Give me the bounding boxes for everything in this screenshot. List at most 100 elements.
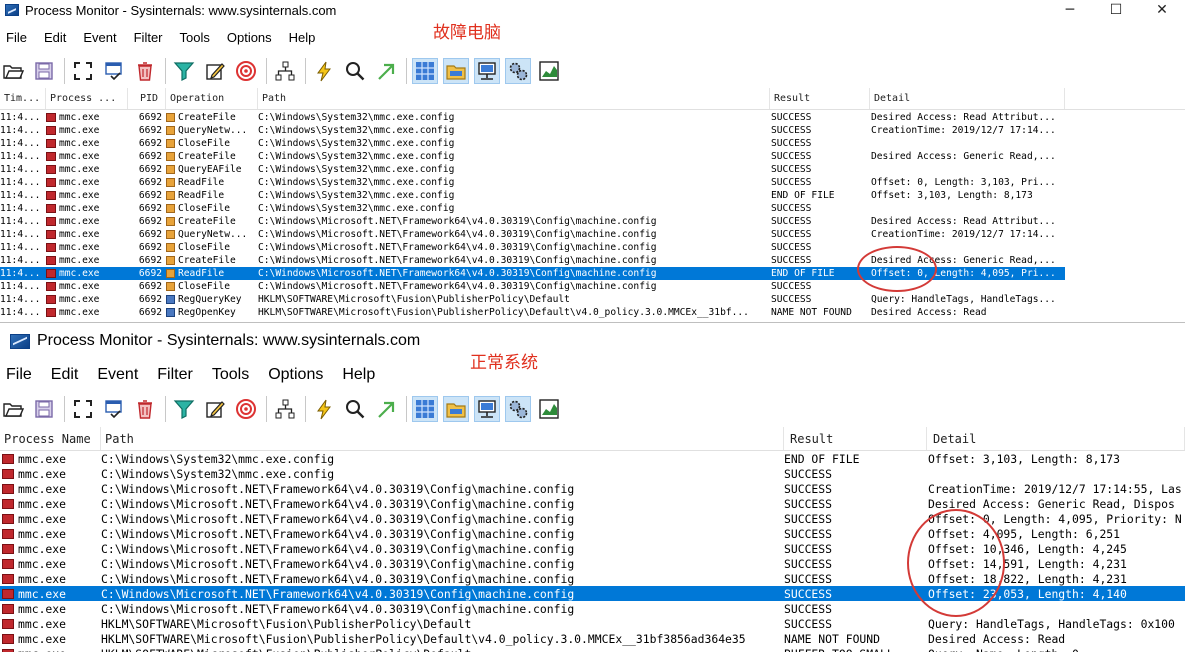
table-row[interactable]: 11:4... mmc.exe 6692 CreateFile C:\Windows\M…: [0, 254, 1185, 267]
filter-icon[interactable]: [171, 396, 197, 422]
highlight-icon[interactable]: [202, 396, 228, 422]
table-row[interactable]: 11:4... mmc.exe 6692 CreateFile C:\Windows\S…: [0, 111, 1185, 124]
events-icon[interactable]: [311, 58, 337, 84]
column-pid-header[interactable]: PID: [128, 88, 166, 109]
menu-options[interactable]: Options: [262, 366, 329, 384]
table-row[interactable]: mmc.exe C:\Windows\Microsoft.NET\Framewor…: [0, 571, 1185, 586]
cell-detail: Offset: 10,346, Length: 4,245: [928, 541, 1185, 556]
column-detail-header[interactable]: Detail: [870, 88, 1065, 109]
cell-operation-text: QueryNetw...: [178, 229, 248, 240]
menu-edit[interactable]: Edit: [38, 30, 72, 45]
find-icon[interactable]: [342, 58, 368, 84]
highlight-icon[interactable]: [202, 58, 228, 84]
table-row[interactable]: 11:4... mmc.exe 6692 QueryNetw... C:\Windows…: [0, 228, 1185, 241]
process-tree-icon[interactable]: [272, 58, 298, 84]
registry-icon[interactable]: [412, 58, 438, 84]
column-path-header[interactable]: Path: [101, 427, 784, 450]
table-row[interactable]: 11:4... mmc.exe 6692 CloseFile C:\Windows\Mi…: [0, 280, 1185, 293]
menu-filter[interactable]: Filter: [128, 30, 169, 45]
events-icon[interactable]: [311, 396, 337, 422]
registry-icon[interactable]: [412, 396, 438, 422]
table-row[interactable]: 11:4... mmc.exe 6692 ReadFile C:\Windows\Sys…: [0, 176, 1185, 189]
column-detail-header[interactable]: Detail: [927, 427, 1185, 450]
menu-event[interactable]: Event: [77, 30, 122, 45]
table-row[interactable]: 11:4... mmc.exe 6692 QueryNetw... C:\Windows…: [0, 124, 1185, 137]
filter-icon[interactable]: [171, 58, 197, 84]
process-thread-icon[interactable]: [505, 58, 531, 84]
table-row[interactable]: 11:4... mmc.exe 6692 ReadFile C:\Windows\Mic…: [0, 267, 1065, 280]
table-row[interactable]: mmc.exe C:\Windows\Microsoft.NET\Framewor…: [0, 541, 1185, 556]
table-row[interactable]: 11:4... mmc.exe 6692 QueryEAFile C:\Windows\…: [0, 163, 1185, 176]
table-row[interactable]: mmc.exe C:\Windows\Microsoft.NET\Framewor…: [0, 526, 1185, 541]
open-icon[interactable]: [0, 58, 26, 84]
table-row[interactable]: 11:4... mmc.exe 6692 CloseFile C:\Windows\Sy…: [0, 202, 1185, 215]
network-icon[interactable]: [474, 58, 500, 84]
jump-icon[interactable]: [373, 396, 399, 422]
table-row[interactable]: 11:4... mmc.exe 6692 CloseFile C:\Windows\Mi…: [0, 241, 1185, 254]
save-icon[interactable]: [31, 396, 57, 422]
table-row[interactable]: mmc.exe C:\Windows\Microsoft.NET\Framewor…: [0, 586, 1185, 601]
table-row[interactable]: 11:4... mmc.exe 6692 CreateFile C:\Windows\S…: [0, 150, 1185, 163]
title-bar[interactable]: Process Monitor - Sysinternals: www.sysi…: [0, 323, 1185, 359]
profiling-icon[interactable]: [536, 58, 562, 84]
table-row[interactable]: mmc.exe HKLM\SOFTWARE\Microsoft\Fusion\Pu…: [0, 646, 1185, 652]
jump-icon[interactable]: [373, 58, 399, 84]
window-title: Process Monitor - Sysinternals: www.sysi…: [25, 2, 337, 18]
column-path-header[interactable]: Path: [258, 88, 770, 109]
cell-path: C:\Windows\Microsoft.NET\Framework64\v4.…: [258, 254, 770, 267]
menu-help[interactable]: Help: [283, 30, 322, 45]
column-result-header[interactable]: Result: [770, 88, 870, 109]
column-process-name-header[interactable]: Process Name: [0, 427, 101, 450]
profiling-icon[interactable]: [536, 396, 562, 422]
table-row[interactable]: mmc.exe C:\Windows\System32\mmc.exe.confi…: [0, 466, 1185, 481]
menu-edit[interactable]: Edit: [45, 366, 85, 384]
menu-help[interactable]: Help: [336, 366, 381, 384]
menu-file[interactable]: File: [0, 30, 33, 45]
menu-options[interactable]: Options: [221, 30, 278, 45]
table-row[interactable]: 11:4... mmc.exe 6692 CloseFile C:\Windows\Sy…: [0, 137, 1185, 150]
menu-event[interactable]: Event: [91, 366, 144, 384]
save-icon[interactable]: [31, 58, 57, 84]
table-row[interactable]: 11:4... mmc.exe 6692 RegQueryKey HKLM\SOFTWA…: [0, 293, 1185, 306]
column-operation-header[interactable]: Operation: [166, 88, 258, 109]
target-icon[interactable]: [233, 396, 259, 422]
title-bar[interactable]: Process Monitor - Sysinternals: www.sysi…: [0, 0, 1185, 20]
table-row[interactable]: 11:4... mmc.exe 6692 ReadFile C:\Windows\Sys…: [0, 189, 1185, 202]
capture-icon[interactable]: [101, 58, 127, 84]
table-row[interactable]: mmc.exe C:\Windows\Microsoft.NET\Framewor…: [0, 556, 1185, 571]
menu-filter[interactable]: Filter: [151, 366, 199, 384]
cell-operation: CreateFile: [166, 111, 258, 124]
table-row[interactable]: mmc.exe C:\Windows\Microsoft.NET\Framewor…: [0, 511, 1185, 526]
menu-tools[interactable]: Tools: [206, 366, 255, 384]
column-process-header[interactable]: Process ...: [46, 88, 128, 109]
table-row[interactable]: mmc.exe HKLM\SOFTWARE\Microsoft\Fusion\Pu…: [0, 631, 1185, 646]
network-icon[interactable]: [474, 396, 500, 422]
capture-icon[interactable]: [101, 396, 127, 422]
find-icon[interactable]: [342, 396, 368, 422]
minimize-button[interactable]: ─: [1047, 0, 1093, 20]
process-tree-icon[interactable]: [272, 396, 298, 422]
filesystem-icon[interactable]: [443, 58, 469, 84]
menu-tools[interactable]: Tools: [174, 30, 216, 45]
process-thread-icon[interactable]: [505, 396, 531, 422]
clear-icon[interactable]: [132, 396, 158, 422]
close-button[interactable]: ✕: [1139, 0, 1185, 20]
table-row[interactable]: 11:4... mmc.exe 6692 CreateFile C:\Windows\M…: [0, 215, 1185, 228]
autoscroll-icon[interactable]: [70, 396, 96, 422]
clear-icon[interactable]: [132, 58, 158, 84]
open-icon[interactable]: [0, 396, 26, 422]
autoscroll-icon[interactable]: [70, 58, 96, 84]
filesystem-icon[interactable]: [443, 396, 469, 422]
maximize-button[interactable]: ☐: [1093, 0, 1139, 20]
table-row[interactable]: mmc.exe HKLM\SOFTWARE\Microsoft\Fusion\Pu…: [0, 616, 1185, 631]
table-row[interactable]: mmc.exe C:\Windows\Microsoft.NET\Framewor…: [0, 481, 1185, 496]
menu-file[interactable]: File: [0, 366, 38, 384]
cell-path-text: C:\Windows\Microsoft.NET\Framework64\v4.…: [101, 586, 575, 601]
table-row[interactable]: mmc.exe C:\Windows\Microsoft.NET\Framewor…: [0, 496, 1185, 511]
table-row[interactable]: 11:4... mmc.exe 6692 RegOpenKey HKLM\SOFTWAR…: [0, 306, 1185, 319]
table-row[interactable]: mmc.exe C:\Windows\System32\mmc.exe.confi…: [0, 451, 1185, 466]
column-result-header[interactable]: Result: [784, 427, 927, 450]
target-icon[interactable]: [233, 58, 259, 84]
column-time-header[interactable]: Tim...: [0, 88, 46, 109]
table-row[interactable]: mmc.exe C:\Windows\Microsoft.NET\Framewor…: [0, 601, 1185, 616]
